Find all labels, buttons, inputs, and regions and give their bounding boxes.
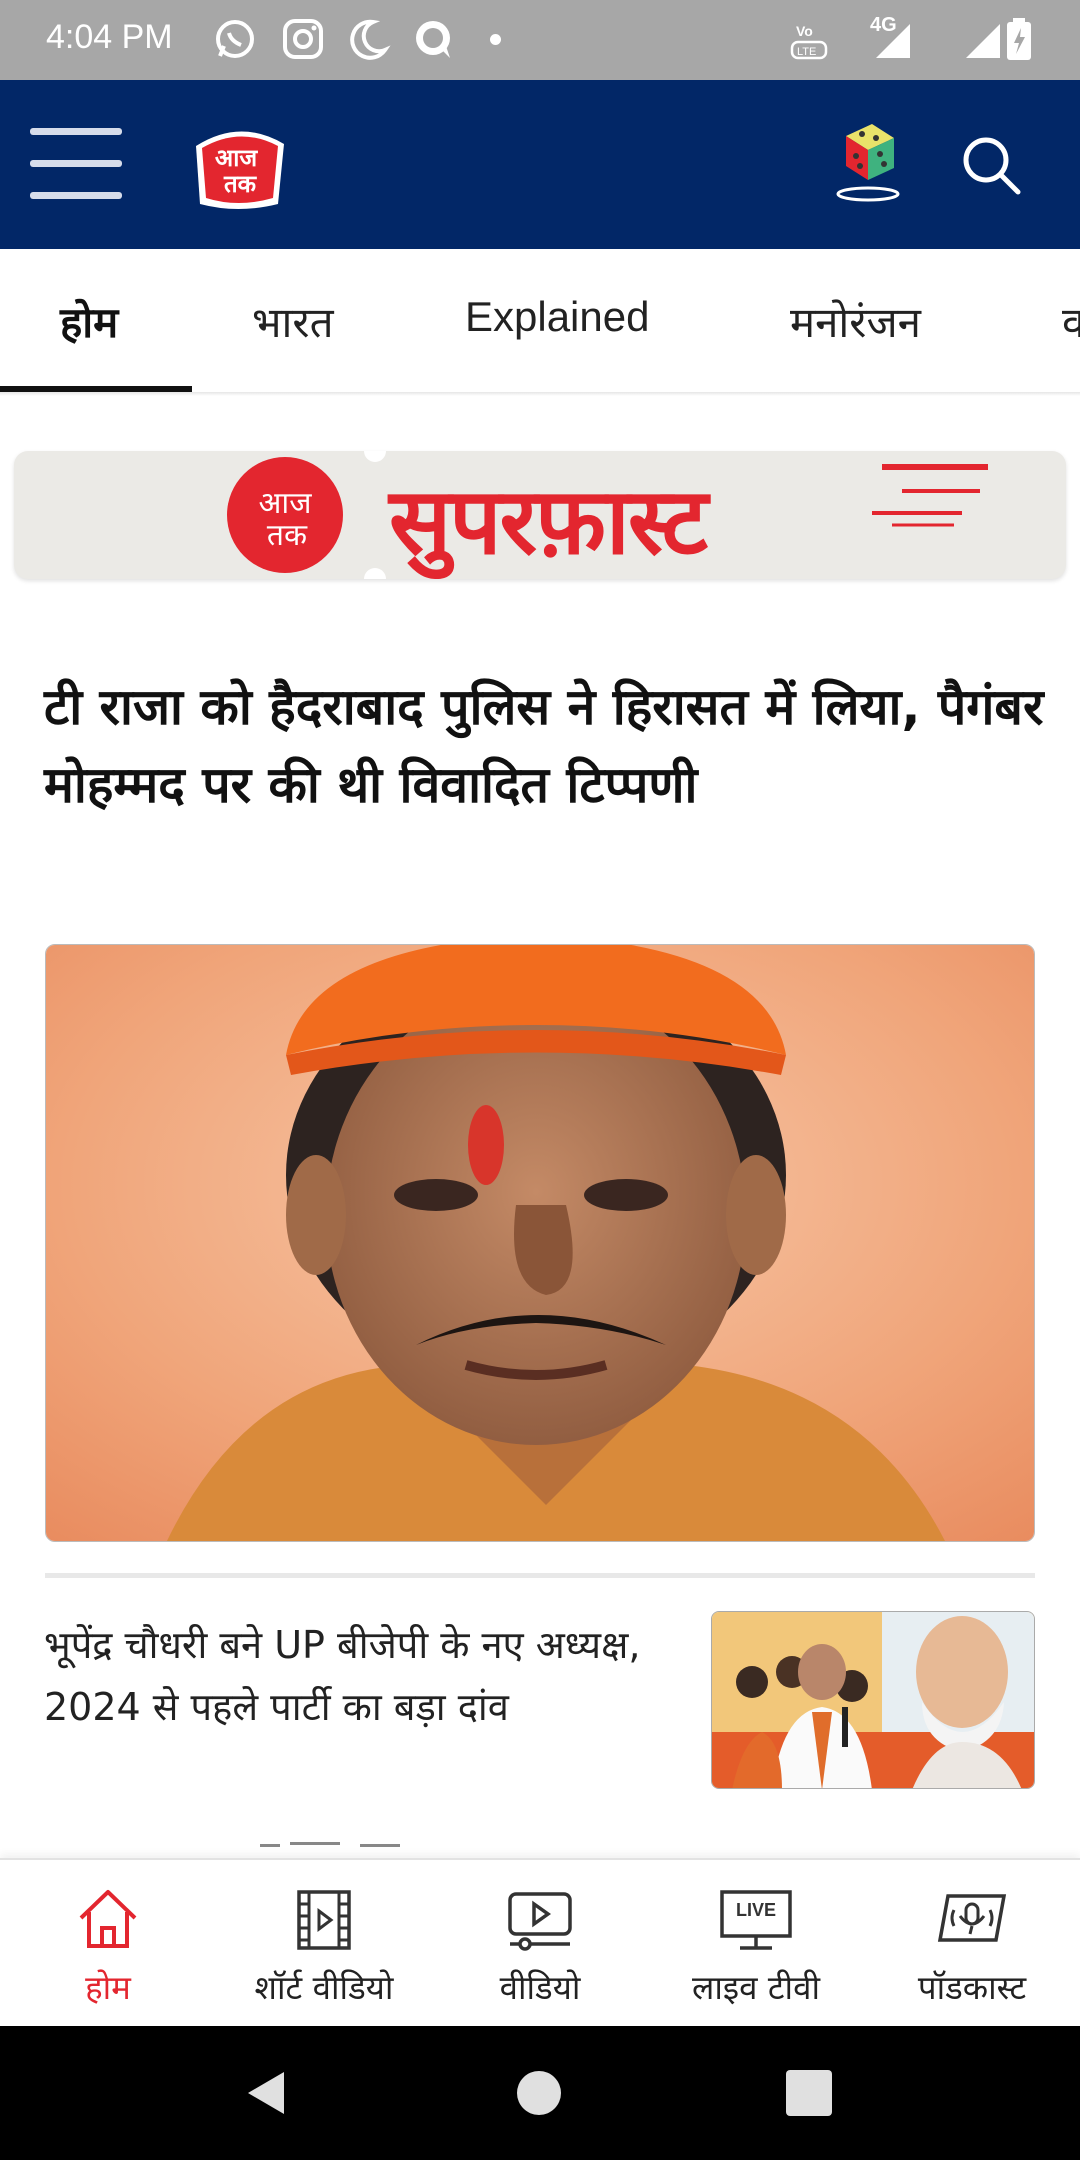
bottom-navigation: होम शॉर्ट वीडियो वीडियो LIVE लाइव टीवी प… <box>0 1858 1080 2026</box>
svg-text:Vo: Vo <box>796 23 813 39</box>
video-icon <box>508 1892 572 1951</box>
live-badge: LIVE <box>735 1900 776 1920</box>
svg-text:तक: तक <box>267 518 308 553</box>
nav-home-label: होम <box>85 1968 131 2007</box>
menu-icon[interactable] <box>30 128 122 200</box>
aajtak-logo[interactable]: आज तक <box>186 118 292 214</box>
tab-manoranjan[interactable]: मनोरंजन <box>790 293 921 350</box>
home-icon <box>79 1890 137 1948</box>
superfast-banner[interactable]: आज तक सुपरफ़ास्ट <box>14 451 1066 579</box>
svg-text:LTE: LTE <box>797 46 816 58</box>
moon-icon <box>350 19 391 60</box>
whatsapp-icon <box>216 20 254 58</box>
podcast-icon <box>937 1894 1007 1942</box>
volte-icon: Vo LTE <box>790 23 828 60</box>
app-screen: 4:04 PM Vo LTE 4G आज तक होम भारत Explain… <box>0 0 1080 2160</box>
top-story-headline[interactable]: टी राजा को हैदराबाद पुलिस ने हिरासत में … <box>44 668 1044 824</box>
tabs-divider <box>0 392 1080 396</box>
status-bar: 4:04 PM Vo LTE 4G <box>0 0 1080 80</box>
next-story-peek <box>260 1832 460 1852</box>
tab-bharat[interactable]: भारत <box>252 293 334 350</box>
banner-notch-top <box>364 451 386 462</box>
banner-title: सुपरफ़ास्ट <box>389 468 708 575</box>
nav-home[interactable]: होम <box>0 1860 216 2028</box>
chat-icon <box>416 21 450 58</box>
status-time: 4:04 PM <box>46 18 173 56</box>
nav-video[interactable]: वीडियो <box>432 1860 648 2028</box>
nav-video-label: वीडियो <box>499 1968 581 2007</box>
banner-notch-bottom <box>364 568 386 579</box>
svg-text:आज: आज <box>215 144 259 172</box>
tab-next[interactable]: व <box>1062 293 1080 350</box>
banner-aajtak-logo: आज तक <box>227 457 343 573</box>
story-thumbnail[interactable] <box>711 1611 1035 1789</box>
notification-dot <box>490 34 501 45</box>
signal-icon <box>876 24 910 58</box>
signal-icon-secondary <box>966 24 1000 58</box>
speed-lines-icon <box>872 464 988 527</box>
film-icon <box>297 1890 351 1950</box>
system-navigation-bar <box>0 2026 1080 2160</box>
dice-icon[interactable] <box>832 116 904 206</box>
tab-home[interactable]: होम <box>60 293 118 350</box>
story-title[interactable]: भूपेंद्र चौधरी बने UP बीजेपी के नए अध्यक… <box>44 1614 684 1738</box>
recents-icon[interactable] <box>786 2070 832 2116</box>
nav-live-tv-label: लाइव टीवी <box>691 1968 821 2007</box>
back-icon[interactable] <box>242 2068 290 2118</box>
svg-text:आज: आज <box>259 486 313 521</box>
nav-podcast[interactable]: पॉडकास्ट <box>864 1860 1080 2028</box>
nav-live-tv[interactable]: LIVE लाइव टीवी <box>648 1860 864 2028</box>
nav-short-video-label: शॉर्ट वीडियो <box>254 1968 394 2007</box>
top-story-image[interactable] <box>45 944 1035 1542</box>
app-header: आज तक <box>0 80 1080 249</box>
category-tabs: होम भारत Explained मनोरंजन व <box>0 249 1080 394</box>
story-divider <box>45 1573 1035 1578</box>
instagram-icon <box>283 19 323 59</box>
search-icon[interactable] <box>958 132 1024 198</box>
svg-text:तक: तक <box>223 170 258 198</box>
battery-icon <box>1007 18 1031 60</box>
nav-short-video[interactable]: शॉर्ट वीडियो <box>216 1860 432 2028</box>
tab-explained[interactable]: Explained <box>465 293 649 341</box>
nav-podcast-label: पॉडकास्ट <box>917 1968 1027 2007</box>
home-button-icon[interactable] <box>516 2070 562 2116</box>
